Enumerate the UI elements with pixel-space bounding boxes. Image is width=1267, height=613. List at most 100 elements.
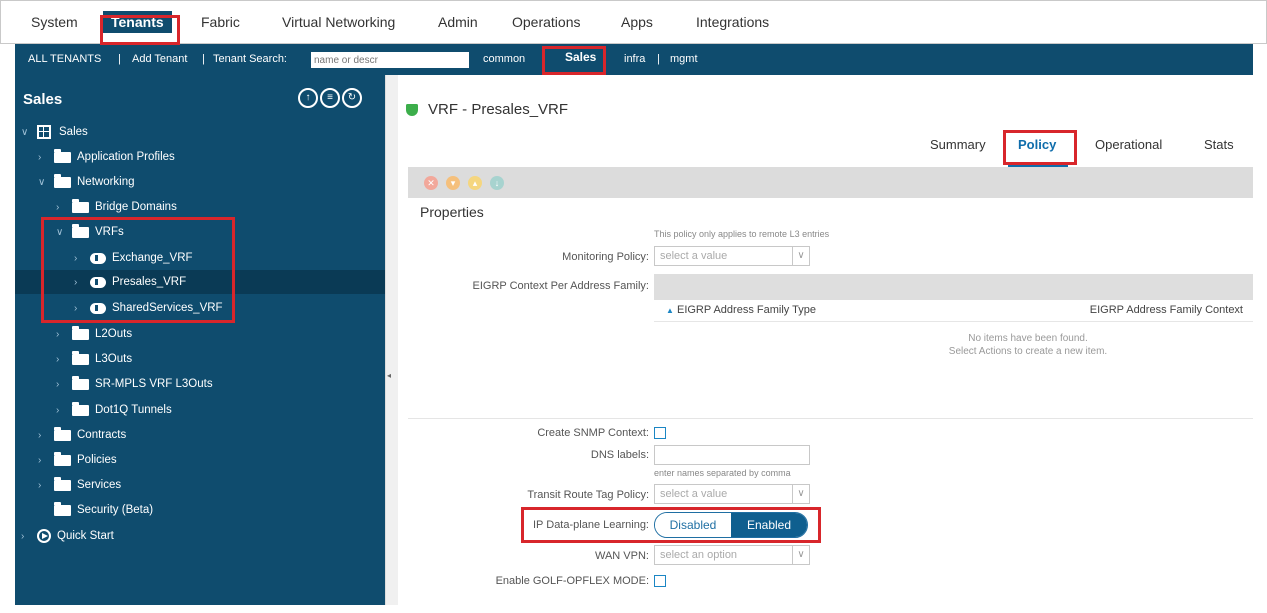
tenant-mgmt-link[interactable]: mgmt <box>670 53 698 65</box>
tree-item-sharedservices-vrf[interactable]: › SharedServices_VRF <box>15 296 385 320</box>
folder-icon <box>54 173 71 188</box>
tenant-infra-link[interactable]: infra <box>624 53 645 65</box>
tree-item-policies[interactable]: › Policies <box>15 448 385 472</box>
tree-item-services[interactable]: › Services <box>15 473 385 497</box>
nav-virtual-networking[interactable]: Virtual Networking <box>282 14 395 30</box>
tree-item-application-profiles[interactable]: › Application Profiles <box>15 145 385 169</box>
folder-icon <box>72 198 89 213</box>
refresh-icon[interactable]: ↻ <box>342 88 362 108</box>
collapse-arrow-icon[interactable]: ◂ <box>387 371 391 380</box>
tree-label: Dot1Q Tunnels <box>95 404 172 416</box>
tenant-common-link[interactable]: common <box>483 53 525 65</box>
tenant-sales-link[interactable]: Sales <box>565 50 596 64</box>
nav-apps[interactable]: Apps <box>621 14 653 30</box>
folder-icon <box>72 401 89 416</box>
chevron-right-icon[interactable]: › <box>56 329 66 340</box>
folder-icon <box>54 476 71 491</box>
wan-vpn-select[interactable]: select an option ∨ <box>654 545 810 565</box>
chevron-down-icon[interactable]: ∨ <box>21 127 31 138</box>
column-header-context[interactable]: EIGRP Address Family Context <box>1090 304 1243 316</box>
all-tenants-link[interactable]: ALL TENANTS <box>28 53 101 65</box>
tree-item-bridge-domains[interactable]: › Bridge Domains <box>15 195 385 219</box>
tree-label: Policies <box>77 454 117 466</box>
ip-learning-disabled[interactable]: Disabled <box>655 513 731 537</box>
upload-icon[interactable]: ↑ <box>298 88 318 108</box>
tree-item-contracts[interactable]: › Contracts <box>15 423 385 447</box>
nav-fabric[interactable]: Fabric <box>201 14 240 30</box>
snmp-context-checkbox[interactable] <box>654 427 666 439</box>
chevron-right-icon[interactable]: › <box>74 277 84 288</box>
pane-resize-handle[interactable]: ◂ <box>385 75 398 605</box>
tree-label: Services <box>77 479 122 491</box>
chevron-down-icon[interactable]: ∨ <box>792 247 809 265</box>
tree-item-presales-vrf[interactable]: › Presales_VRF <box>15 270 385 294</box>
folder-icon <box>54 426 71 441</box>
warning-icon[interactable]: ▴ <box>468 176 482 190</box>
transit-route-tag-select[interactable]: select a value ∨ <box>654 484 810 504</box>
tree-item-quick-start[interactable]: › Quick Start <box>15 524 385 548</box>
golf-opflex-checkbox[interactable] <box>654 575 666 587</box>
delete-icon[interactable]: ✕ <box>424 176 438 190</box>
info-icon[interactable]: ↓ <box>490 176 504 190</box>
add-tenant-link[interactable]: Add Tenant <box>132 53 187 65</box>
subnav-separator: | <box>657 53 660 65</box>
monitoring-policy-label: Monitoring Policy: <box>562 251 649 263</box>
wan-vpn-label: WAN VPN: <box>595 550 649 562</box>
tree-item-networking[interactable]: ∨ Networking <box>15 170 385 194</box>
ip-learning-enabled[interactable]: Enabled <box>731 513 807 537</box>
tenant-icon <box>37 125 51 139</box>
vrf-cloud-icon <box>90 302 106 314</box>
tree-item-vrfs[interactable]: ∨ VRFs <box>15 220 385 244</box>
chevron-right-icon[interactable]: › <box>56 405 66 416</box>
tree-item-l3outs[interactable]: › L3Outs <box>15 347 385 371</box>
chevron-down-icon[interactable]: ∨ <box>38 177 48 188</box>
tree-item-security-beta[interactable]: Security (Beta) <box>15 498 385 522</box>
folder-icon <box>54 148 71 163</box>
tree-item-exchange-vrf[interactable]: › Exchange_VRF <box>15 246 385 270</box>
tree-item-sales[interactable]: ∨ Sales <box>15 120 385 144</box>
ip-learning-toggle[interactable]: Disabled Enabled <box>654 512 808 538</box>
golf-opflex-label: Enable GOLF-OPFLEX MODE: <box>495 575 649 587</box>
tree-label: SR-MPLS VRF L3Outs <box>95 378 213 390</box>
chevron-right-icon[interactable]: › <box>74 303 84 314</box>
nav-operations[interactable]: Operations <box>512 14 580 30</box>
subnav-separator: | <box>467 53 470 65</box>
chevron-right-icon[interactable]: › <box>56 379 66 390</box>
tab-policy[interactable]: Policy <box>1018 137 1056 152</box>
chevron-down-icon[interactable]: ∨ <box>792 485 809 503</box>
chevron-down-icon[interactable]: ∨ <box>792 546 809 564</box>
tree-label: L3Outs <box>95 353 133 365</box>
select-placeholder: select a value <box>660 488 728 500</box>
chevron-right-icon[interactable]: › <box>38 455 48 466</box>
tenant-search-label: Tenant Search: <box>213 53 287 65</box>
nav-tenants[interactable]: Tenants <box>103 11 172 33</box>
chevron-right-icon[interactable]: › <box>56 202 66 213</box>
tree-item-sr-mpls-vrf-l3outs[interactable]: › SR-MPLS VRF L3Outs <box>15 372 385 396</box>
chevron-right-icon[interactable]: › <box>38 480 48 491</box>
tab-summary[interactable]: Summary <box>930 137 986 152</box>
nav-integrations[interactable]: Integrations <box>696 14 769 30</box>
eigrp-table-header: ▲ EIGRP Address Family Type EIGRP Addres… <box>654 300 1253 322</box>
tenant-search-input[interactable] <box>311 52 469 68</box>
chevron-right-icon[interactable]: › <box>74 253 84 264</box>
chevron-down-icon[interactable]: ∨ <box>56 227 66 238</box>
fault-icon[interactable]: ▾ <box>446 176 460 190</box>
chevron-right-icon[interactable]: › <box>38 430 48 441</box>
chevron-right-icon[interactable]: › <box>38 152 48 163</box>
tree-label: Networking <box>77 176 135 188</box>
column-header-type[interactable]: ▲ EIGRP Address Family Type <box>666 304 816 316</box>
tree-label: SharedServices_VRF <box>112 302 223 314</box>
tree-item-l2outs[interactable]: › L2Outs <box>15 322 385 346</box>
tab-stats[interactable]: Stats <box>1204 137 1234 152</box>
chevron-right-icon[interactable]: › <box>21 531 31 542</box>
list-icon[interactable]: ≡ <box>320 88 340 108</box>
nav-system[interactable]: System <box>31 14 78 30</box>
tree-item-dot1q-tunnels[interactable]: › Dot1Q Tunnels <box>15 398 385 422</box>
tab-operational[interactable]: Operational <box>1095 137 1162 152</box>
monitoring-policy-select[interactable]: select a value ∨ <box>654 246 810 266</box>
eigrp-context-label: EIGRP Context Per Address Family: <box>472 280 649 292</box>
chevron-right-icon[interactable]: › <box>56 354 66 365</box>
tree-label: Exchange_VRF <box>112 252 193 264</box>
dns-labels-input[interactable] <box>654 445 810 465</box>
nav-admin[interactable]: Admin <box>438 14 478 30</box>
